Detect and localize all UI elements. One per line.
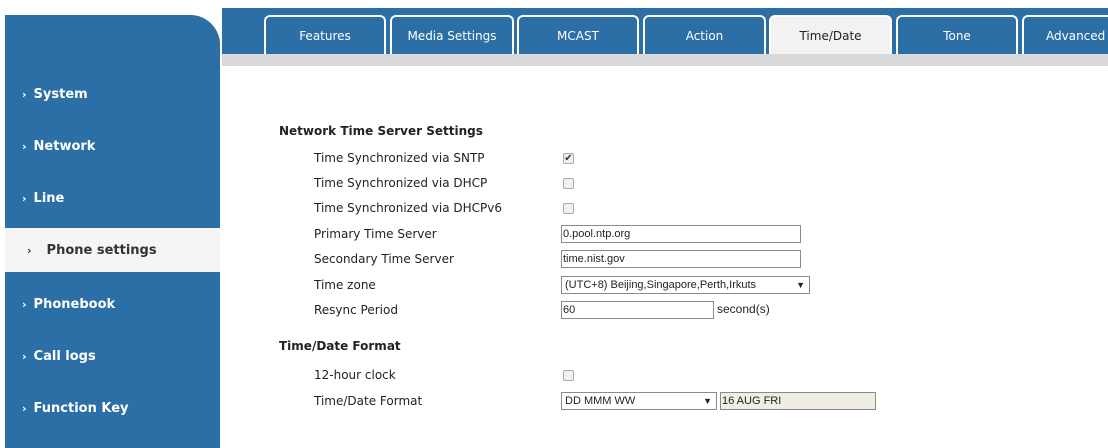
sidebar-item-network[interactable]: › Network (0, 124, 215, 168)
secondary-server-input[interactable]: time.nist.gov (561, 250, 801, 268)
secondary-server-label: Secondary Time Server (314, 252, 454, 266)
format-select[interactable]: DD MMM WW ▼ (561, 392, 717, 410)
sidebar-item-label: Function Key (33, 400, 129, 416)
dhcpv6-checkbox[interactable] (563, 203, 574, 214)
chevron-right-icon: › (22, 401, 27, 415)
tab-label: Advanced (1046, 28, 1106, 43)
tab-media-settings[interactable]: Media Settings (390, 15, 514, 54)
sidebar-item-call-logs[interactable]: › Call logs (0, 334, 215, 378)
timezone-value: (UTC+8) Beijing,Singapore,Perth,Irkuts (565, 279, 757, 291)
sidebar-item-label: Phonebook (33, 296, 116, 312)
tab-time-date[interactable]: Time/Date (769, 15, 892, 54)
tab-label: Tone (943, 28, 971, 43)
chevron-right-icon: › (27, 243, 32, 257)
dropdown-arrow-icon: ▼ (796, 280, 805, 290)
format-preview: 16 AUG FRI (720, 392, 876, 410)
chevron-right-icon: › (22, 139, 27, 153)
sidebar-item-label: System (33, 86, 88, 102)
timezone-label: Time zone (314, 278, 376, 292)
dropdown-arrow-icon: ▼ (703, 396, 712, 406)
chevron-right-icon: › (22, 191, 27, 205)
format-value: DD MMM WW (565, 395, 636, 407)
chevron-right-icon: › (22, 87, 27, 101)
tab-features[interactable]: Features (264, 15, 386, 54)
sidebar-item-label: Phone settings (46, 242, 157, 258)
dhcpv6-label: Time Synchronized via DHCPv6 (314, 201, 502, 215)
tab-label: Media Settings (407, 28, 497, 43)
sidebar-item-line[interactable]: › Line (0, 176, 215, 220)
sidebar-item-phonebook[interactable]: › Phonebook (0, 282, 215, 326)
timezone-select[interactable]: (UTC+8) Beijing,Singapore,Perth,Irkuts ▼ (561, 276, 810, 294)
sntp-checkbox[interactable]: ✔ (563, 153, 574, 164)
resync-unit: second(s) (717, 302, 770, 316)
chevron-right-icon: › (22, 297, 27, 311)
dhcp-label: Time Synchronized via DHCP (314, 176, 488, 190)
primary-server-label: Primary Time Server (314, 227, 437, 241)
sidebar-item-phone-settings[interactable]: › Phone settings (5, 228, 220, 272)
section-title-time-date-format: Time/Date Format (279, 339, 401, 353)
sidebar-item-system[interactable]: › System (0, 72, 215, 116)
tab-label: Action (685, 28, 724, 43)
tab-tone[interactable]: Tone (896, 15, 1018, 54)
primary-server-input[interactable]: 0.pool.ntp.org (561, 225, 801, 243)
tab-mcast[interactable]: MCAST (517, 15, 639, 54)
tab-advanced[interactable]: Advanced (1022, 15, 1108, 54)
check-icon: ✔ (564, 152, 573, 164)
format-label: Time/Date Format (314, 394, 423, 408)
sidebar-item-label: Line (33, 190, 65, 206)
tab-label: MCAST (557, 28, 599, 43)
resync-input[interactable]: 60 (561, 301, 714, 319)
sidebar-item-label: Call logs (33, 348, 96, 364)
tab-label: Features (299, 28, 351, 43)
sidebar-item-function-key[interactable]: › Function Key (0, 386, 215, 430)
resync-label: Resync Period (314, 303, 398, 317)
dhcp-checkbox[interactable] (563, 178, 574, 189)
sntp-label: Time Synchronized via SNTP (314, 151, 485, 165)
tab-label: Time/Date (799, 28, 862, 43)
section-title-network-time: Network Time Server Settings (279, 124, 483, 138)
twelve-hour-checkbox[interactable] (563, 370, 574, 381)
twelve-hour-label: 12-hour clock (314, 368, 396, 382)
chevron-right-icon: › (22, 349, 27, 363)
tab-action[interactable]: Action (643, 15, 766, 54)
sidebar-item-label: Network (33, 138, 96, 154)
sidebar-header (5, 15, 220, 55)
tab-bar-underline (222, 54, 1108, 66)
